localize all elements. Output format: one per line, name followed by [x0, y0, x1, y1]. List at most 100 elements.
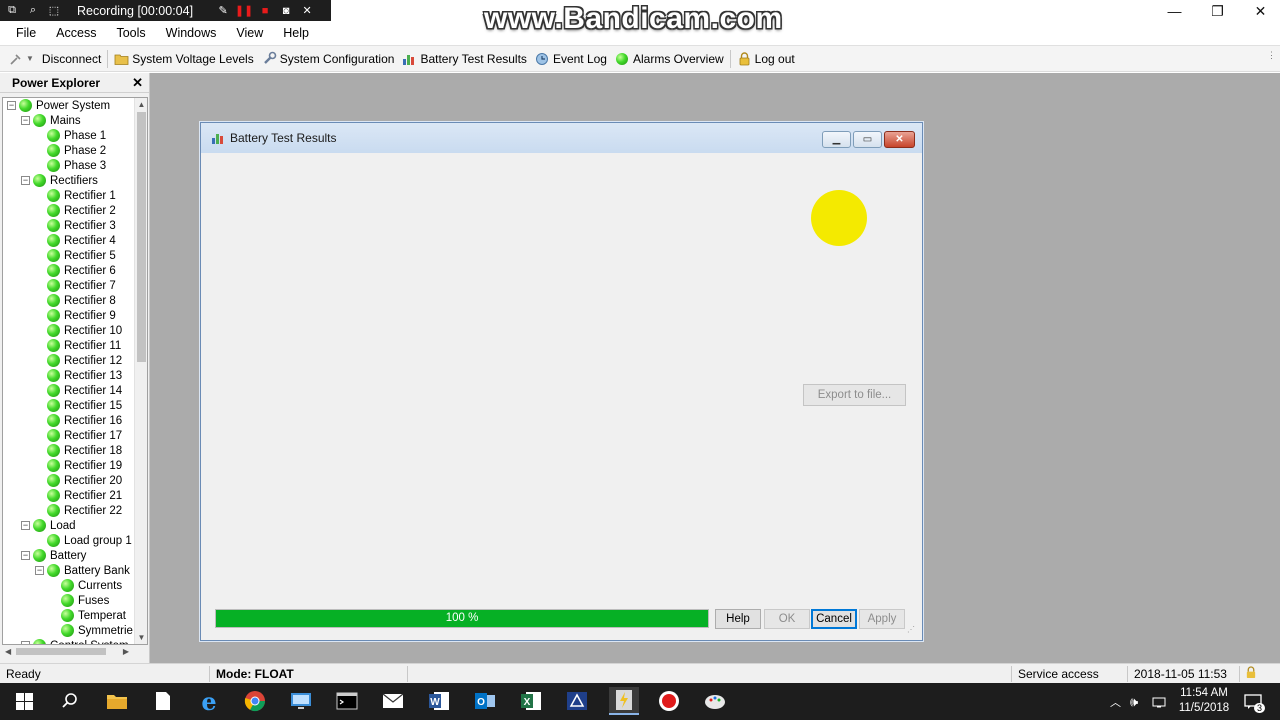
edge-icon[interactable]: e	[195, 687, 223, 716]
tree-item[interactable]: Rectifier 5	[35, 248, 116, 263]
disconnect-button[interactable]: Disconnect	[38, 48, 105, 70]
close-icon[interactable]: ✕	[298, 3, 316, 19]
tree-item[interactable]: Rectifier 1	[35, 188, 116, 203]
excel-icon[interactable]: X	[517, 687, 545, 715]
tree-item[interactable]: Phase 2	[35, 143, 106, 158]
toolbar-grip-icon[interactable]: ⋮	[1267, 50, 1276, 61]
close-icon[interactable]: ✕	[884, 131, 915, 148]
menu-access[interactable]: Access	[46, 26, 106, 40]
collapse-icon[interactable]: −	[21, 641, 30, 644]
minimize-icon[interactable]: ▁	[822, 131, 851, 148]
tree-item[interactable]: Phase 1	[35, 128, 106, 143]
region-icon[interactable]: ⬚	[45, 3, 63, 19]
tree-item[interactable]: Currents	[49, 578, 122, 593]
resize-grip-icon[interactable]: ⋰	[907, 625, 915, 634]
menu-help[interactable]: Help	[273, 26, 319, 40]
battery-test-button[interactable]: Battery Test Results	[398, 48, 531, 70]
close-window-icon[interactable]: ✕	[1239, 0, 1280, 22]
window-icon[interactable]: ⧉	[3, 3, 21, 19]
search-icon[interactable]	[56, 687, 84, 715]
tree-item[interactable]: Rectifier 15	[35, 398, 122, 413]
tree-item[interactable]: Rectifier 4	[35, 233, 116, 248]
hscroll-thumb[interactable]	[16, 648, 106, 655]
tree-item[interactable]: Rectifier 10	[35, 323, 122, 338]
tree-item[interactable]: Symmetrie	[49, 623, 133, 638]
scroll-down-icon[interactable]: ▼	[135, 631, 147, 644]
tree-item[interactable]: − Mains	[21, 113, 81, 128]
notepad-icon[interactable]	[149, 687, 177, 715]
bandicam-record-icon[interactable]	[655, 687, 683, 715]
tree-item[interactable]: − Battery	[21, 548, 86, 563]
tree-item[interactable]: Rectifier 19	[35, 458, 122, 473]
collapse-icon[interactable]: −	[7, 101, 16, 110]
tree-item[interactable]: Rectifier 22	[35, 503, 122, 518]
collapse-icon[interactable]: −	[21, 521, 30, 530]
tree-item[interactable]: Rectifier 17	[35, 428, 122, 443]
tree-vertical-scrollbar[interactable]: ▲ ▼	[134, 98, 147, 644]
volume-icon[interactable]: 🕪	[1130, 683, 1138, 720]
camera-icon[interactable]: ◙	[277, 3, 295, 19]
tree-item[interactable]: Phase 3	[35, 158, 106, 173]
connect-dropdown[interactable]: ▼	[4, 48, 38, 70]
tree-item[interactable]: − Power System	[7, 98, 110, 113]
ok-button[interactable]: OK	[764, 609, 810, 629]
tree-item[interactable]: Fuses	[49, 593, 109, 608]
menu-file[interactable]: File	[6, 26, 46, 40]
tree-item[interactable]: Rectifier 9	[35, 308, 116, 323]
menu-view[interactable]: View	[226, 26, 273, 40]
collapse-icon[interactable]: −	[35, 566, 44, 575]
word-icon[interactable]: W	[425, 687, 453, 715]
terminal-icon[interactable]	[333, 687, 361, 715]
tree-item[interactable]: Rectifier 7	[35, 278, 116, 293]
notification-icon[interactable]: 3	[1244, 683, 1266, 720]
search-icon[interactable]: ⌕	[24, 3, 42, 19]
pause-icon[interactable]: ❚❚	[235, 3, 253, 19]
network-icon[interactable]	[1152, 683, 1166, 720]
tree-item[interactable]: − Rectifiers	[21, 173, 98, 188]
tree-item[interactable]: Load group 1	[35, 533, 132, 548]
stop-icon[interactable]: ■	[256, 3, 274, 19]
help-button[interactable]: Help	[715, 609, 761, 629]
tree-item[interactable]: − Load	[21, 518, 76, 533]
mail-icon[interactable]	[379, 687, 407, 715]
tree-item[interactable]: Rectifier 6	[35, 263, 116, 278]
system-voltage-button[interactable]: System Voltage Levels	[110, 48, 257, 70]
collapse-icon[interactable]: −	[21, 176, 30, 185]
remote-desktop-icon[interactable]	[287, 687, 315, 715]
tree-item[interactable]: Rectifier 18	[35, 443, 122, 458]
menu-tools[interactable]: Tools	[106, 26, 155, 40]
tree-item[interactable]: − Battery Bank	[35, 563, 130, 578]
tree-item[interactable]: Rectifier 3	[35, 218, 116, 233]
tree-item[interactable]: Rectifier 2	[35, 203, 116, 218]
chrome-icon[interactable]	[241, 687, 269, 715]
tree-item[interactable]: Rectifier 21	[35, 488, 122, 503]
tree-item[interactable]: − Control System	[21, 638, 129, 644]
tree-item[interactable]: Rectifier 20	[35, 473, 122, 488]
tree-horizontal-scrollbar[interactable]: ◀ ▶	[2, 645, 132, 658]
taskbar-clock[interactable]: 11:54 AM 11/5/2018	[1168, 686, 1240, 716]
tree-item[interactable]: Rectifier 12	[35, 353, 122, 368]
scroll-thumb[interactable]	[137, 112, 146, 362]
pencil-icon[interactable]: ✎	[214, 3, 232, 19]
export-to-file-button[interactable]: Export to file...	[803, 384, 906, 406]
minimize-icon[interactable]: —	[1153, 0, 1196, 22]
alarms-overview-button[interactable]: Alarms Overview	[611, 48, 728, 70]
maximize-icon[interactable]: ▭	[853, 131, 882, 148]
event-log-button[interactable]: Event Log	[531, 48, 611, 70]
apply-button[interactable]: Apply	[859, 609, 905, 629]
outlook-icon[interactable]: O	[471, 687, 499, 715]
file-explorer-icon[interactable]	[103, 687, 131, 715]
power-app-icon[interactable]	[609, 687, 639, 715]
tray-chevron-icon[interactable]: ︿	[1110, 683, 1121, 720]
collapse-icon[interactable]: −	[21, 116, 30, 125]
app-window-icon[interactable]	[563, 687, 591, 715]
windows-start-icon[interactable]	[10, 687, 38, 715]
paint-icon[interactable]	[701, 687, 729, 715]
close-icon[interactable]: ✕	[132, 75, 143, 91]
scroll-up-icon[interactable]: ▲	[135, 98, 147, 111]
tree-item[interactable]: Temperat	[49, 608, 126, 623]
maximize-icon[interactable]: ❐	[1196, 0, 1239, 22]
scroll-right-icon[interactable]: ▶	[123, 647, 129, 656]
tree-item[interactable]: Rectifier 16	[35, 413, 122, 428]
logout-button[interactable]: Log out	[733, 48, 799, 70]
